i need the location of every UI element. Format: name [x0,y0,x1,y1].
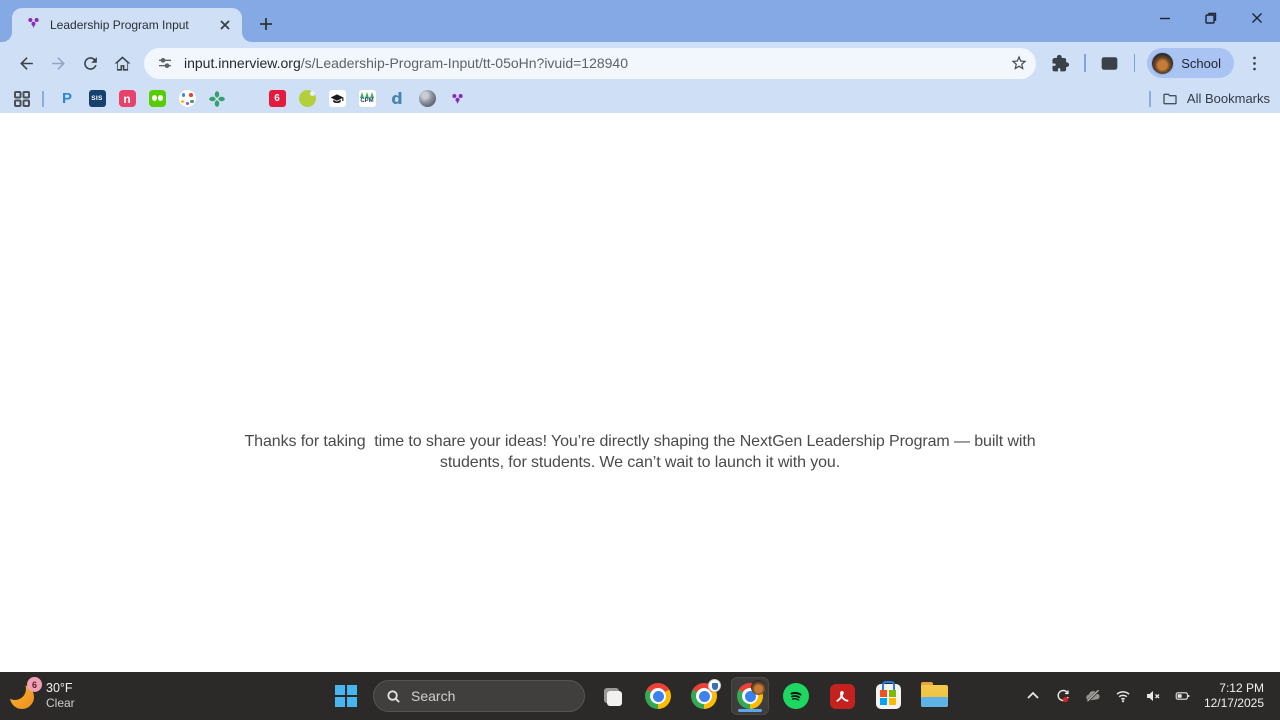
profile-photo-badge [751,680,766,695]
thank-you-line-1: Thanks for taking time to share your ide… [244,433,1036,450]
browser-toolbar: input.innerview.org/s/Leadership-Program… [0,42,1280,84]
bookmark-innerview-flower-icon[interactable] [442,87,472,111]
bookmark-globe-icon[interactable] [412,87,442,111]
spotify-taskbar-icon[interactable] [777,677,815,715]
minimize-button[interactable] [1142,0,1188,36]
browser-tab[interactable]: Leadership Program Input [2,8,252,42]
url-text: input.innerview.org/s/Leadership-Program… [184,55,1006,71]
close-window-button[interactable] [1234,0,1280,36]
bookmark-star-icon[interactable] [1006,50,1032,76]
volume-muted-icon[interactable] [1140,681,1166,711]
refresh-button[interactable] [74,47,106,79]
bookmark-graduation-cap-icon[interactable] [322,87,352,111]
system-tray: 7:12 PM 12/17/2025 [1020,681,1280,711]
back-button[interactable] [10,47,42,79]
chrome-active-taskbar-icon[interactable] [731,677,769,715]
side-panel-search-icon[interactable] [1094,47,1126,79]
weather-widget[interactable]: 6 30°F Clear [0,677,75,711]
chrome-profile2-taskbar-icon[interactable] [685,677,723,715]
thank-you-message: Thanks for taking time to share your ide… [245,431,1036,473]
bookmark-duolingo-owl-icon[interactable] [142,87,172,111]
url-path: /s/Leadership-Program-Input/tt-05oHn?ivu… [300,55,629,71]
bookmark-blue-d[interactable]: d [382,87,412,111]
search-icon [387,689,400,703]
hidden-icons-chevron-icon[interactable] [1020,681,1046,711]
home-button[interactable] [106,47,138,79]
bookmark-color-dots-icon[interactable] [172,87,202,111]
chrome-taskbar-icon[interactable] [639,677,677,715]
bookmark-n-site[interactable]: n [112,87,142,111]
clock-time: 7:12 PM [1219,681,1264,695]
profile-name: School [1181,55,1221,71]
profile-chip[interactable]: School [1147,48,1234,78]
wifi-icon[interactable] [1110,681,1136,711]
bookmark-green-circle-icon[interactable] [292,87,322,111]
moon-weather-icon: 6 [4,677,42,711]
apps-grid-icon[interactable] [10,87,34,111]
clock-date: 12/17/2025 [1203,696,1264,710]
page-content: Thanks for taking time to share your ide… [0,113,1280,672]
new-tab-button[interactable] [252,10,280,38]
bookmark-sis[interactable]: SIS [82,87,112,111]
search-input[interactable] [411,688,561,704]
windows-logo-icon [335,685,357,707]
extensions-puzzle-icon[interactable] [1044,47,1076,79]
all-bookmarks-label[interactable]: All Bookmarks [1187,91,1270,106]
tab-title: Leadership Program Input [50,18,189,32]
toolbar-separator [1084,54,1086,72]
tab-close-icon[interactable] [216,16,234,34]
profile-avatar [1151,51,1175,75]
address-bar[interactable]: input.innerview.org/s/Leadership-Program… [144,47,1037,79]
url-domain: input.innerview.org [184,55,301,71]
onedrive-offline-icon[interactable] [1080,681,1106,711]
profile-crest-badge [708,679,721,692]
active-app-indicator [738,709,762,712]
bookmark-microsoft-icon[interactable] [232,87,262,111]
taskbar-center-icons [327,672,953,720]
restore-button[interactable] [1188,0,1234,36]
bookmark-green-clover-icon[interactable] [202,87,232,111]
acrobat-taskbar-icon[interactable] [823,677,861,715]
bookmark-red-six[interactable]: 6 [262,87,292,111]
taskbar-clock[interactable]: 7:12 PM 12/17/2025 [1200,681,1270,711]
site-favicon-flower-icon [26,15,41,35]
bookmark-cpm[interactable]: CPM [352,87,382,111]
taskbar-search[interactable] [373,680,585,712]
weather-badge: 6 [27,677,42,692]
thank-you-line-2: students, for students. We can’t wait to… [439,454,841,471]
weather-condition: Clear [46,696,75,710]
browser-menu-kebab-icon[interactable] [1238,47,1270,79]
window-controls [1142,0,1280,36]
sync-update-icon[interactable] [1050,681,1076,711]
all-bookmarks-folder-icon[interactable] [1159,88,1181,110]
site-settings-tune-icon[interactable] [157,55,173,71]
weather-temperature: 30°F [46,681,73,695]
bookmarks-separator [1148,90,1151,107]
windows-taskbar: 6 30°F Clear Search 7:12 PM 12/17/2025 [0,672,1280,720]
bookmarks-separator [42,90,44,107]
file-explorer-taskbar-icon[interactable] [915,677,953,715]
forward-button[interactable] [42,47,74,79]
start-button[interactable] [327,677,365,715]
battery-icon[interactable] [1170,681,1196,711]
bookmarks-bar: P SIS n 6 CPM d All Bookmarks [0,84,1280,113]
toolbar-separator [1133,54,1136,72]
task-view-button[interactable] [593,677,631,715]
microsoft-store-taskbar-icon[interactable] [869,677,907,715]
bookmark-powerschool[interactable]: P [52,87,82,111]
tab-strip: Leadership Program Input [0,0,1280,42]
